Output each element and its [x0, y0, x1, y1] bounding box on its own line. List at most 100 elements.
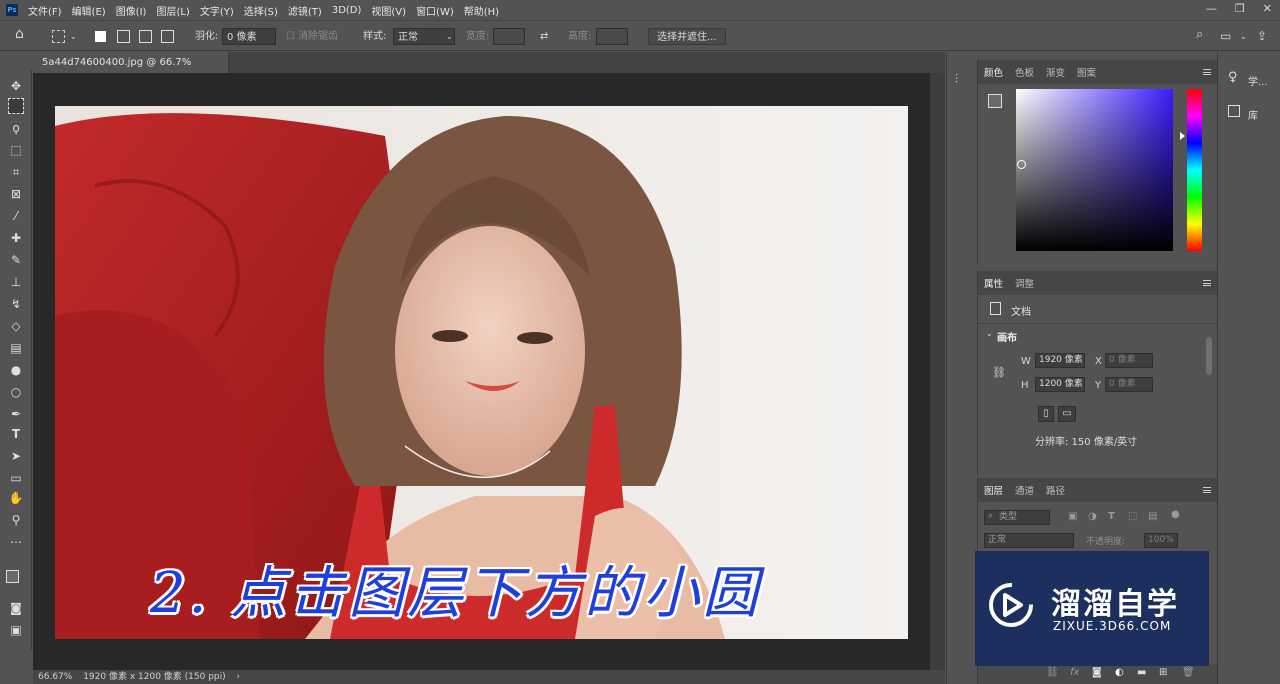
eyedropper-tool-icon[interactable]: ⁄ — [8, 208, 24, 224]
menu-window[interactable]: 窗口(W) — [416, 3, 454, 18]
link-icon[interactable]: ⛓ — [992, 366, 1006, 379]
learn-label[interactable]: 学... — [1248, 73, 1268, 88]
menu-filter[interactable]: 滤镜(T) — [288, 3, 322, 18]
filter-adjustment-icon[interactable]: ◑ — [1088, 511, 1097, 522]
opacity-input[interactable]: 100% — [1144, 533, 1178, 548]
tab-swatches[interactable]: 色板 — [1015, 65, 1034, 79]
antialias-checkbox[interactable]: ☐ — [286, 28, 295, 45]
brush-tool-icon[interactable]: ✎ — [8, 252, 24, 268]
filter-type-icon[interactable]: T — [1108, 511, 1115, 522]
filter-toggle-icon[interactable]: ● — [1171, 509, 1180, 520]
layer-filter-select[interactable]: 类型 — [984, 510, 1050, 525]
dodge-tool-icon[interactable]: ○ — [8, 384, 24, 400]
canvas-y-input[interactable]: 0 像素 — [1105, 377, 1153, 392]
panel-menu-icon[interactable] — [1203, 69, 1211, 75]
history-brush-tool-icon[interactable]: ↯ — [8, 296, 24, 312]
foreground-color-swatch[interactable] — [6, 570, 19, 583]
library-label[interactable]: 库 — [1248, 107, 1258, 122]
menu-file[interactable]: 文件(F) — [28, 3, 62, 18]
menu-layer[interactable]: 图层(L) — [156, 3, 189, 18]
tab-channels[interactable]: 通道 — [1015, 483, 1034, 497]
minimize-button[interactable]: — — [1206, 2, 1217, 15]
workspace-icon[interactable]: ▭ — [1220, 28, 1231, 45]
restore-button[interactable]: ❐ — [1235, 2, 1245, 15]
zoom-level[interactable]: 66.67% — [38, 672, 72, 682]
tab-paths[interactable]: 路径 — [1046, 483, 1065, 497]
lasso-tool-icon[interactable]: ϙ — [8, 120, 24, 136]
canvas-vertical-scrollbar[interactable] — [930, 73, 945, 670]
canvas-height-input[interactable]: 1200 像素 — [1035, 377, 1085, 392]
stamp-tool-icon[interactable]: ⊥ — [8, 274, 24, 290]
rect-marquee-preset-icon[interactable] — [52, 30, 65, 43]
chevron-down-icon[interactable]: ⌄ — [70, 28, 77, 45]
lightbulb-icon[interactable]: ♀ — [1228, 70, 1238, 85]
feather-input[interactable]: 0 像素 — [222, 28, 276, 45]
rectangle-tool-icon[interactable]: ▭ — [8, 470, 24, 486]
subtract-selection-icon[interactable] — [139, 30, 152, 43]
adjustment-layer-circle-icon[interactable]: ◐ — [1115, 667, 1124, 678]
healing-tool-icon[interactable]: ✚ — [8, 230, 24, 246]
menu-3d[interactable]: 3D(D) — [332, 5, 362, 16]
share-icon[interactable]: ⇪ — [1257, 28, 1267, 45]
move-tool-icon[interactable]: ✥ — [8, 78, 24, 94]
menu-select[interactable]: 选择(S) — [244, 3, 278, 18]
hue-slider[interactable] — [1187, 89, 1202, 251]
add-mask-icon[interactable]: ◙ — [1092, 667, 1102, 678]
link-layers-icon[interactable]: ⛓ — [1046, 667, 1059, 678]
hue-slider-thumb[interactable] — [1180, 132, 1185, 140]
document-tab[interactable]: 5a44d74600400.jpg @ 66.7%(RGB/8#) × — [33, 52, 229, 89]
blend-mode-select[interactable]: 正常 — [984, 533, 1074, 548]
menu-edit[interactable]: 编辑(E) — [72, 3, 106, 18]
tab-gradients[interactable]: 渐变 — [1046, 65, 1065, 79]
swap-icon[interactable]: ⇄ — [540, 28, 548, 45]
tab-properties[interactable]: 属性 — [984, 276, 1003, 290]
select-and-mask-button[interactable]: 选择并遮住... — [648, 28, 726, 45]
quick-mask-icon[interactable]: ◙ — [8, 600, 24, 616]
close-window-button[interactable]: ✕ — [1263, 2, 1272, 15]
menu-help[interactable]: 帮助(H) — [464, 3, 499, 18]
history-panel-icon[interactable]: ⫶ — [955, 72, 958, 87]
status-arrow-icon[interactable]: › — [237, 672, 241, 682]
chevron-down-icon[interactable]: ⌄ — [1240, 28, 1247, 45]
new-group-icon[interactable]: ▬ — [1137, 667, 1146, 678]
canvas-x-input[interactable]: 0 像素 — [1105, 353, 1153, 368]
blur-tool-icon[interactable]: ● — [8, 362, 24, 378]
portrait-orientation-icon[interactable]: ▯ — [1038, 406, 1054, 422]
landscape-orientation-icon[interactable]: ▭ — [1058, 406, 1076, 422]
home-icon[interactable]: ⌂ — [15, 26, 24, 43]
add-selection-icon[interactable] — [117, 30, 130, 43]
rect-marquee-tool-icon[interactable] — [8, 98, 24, 114]
filter-smart-object-icon[interactable]: ▤ — [1148, 511, 1157, 522]
eraser-tool-icon[interactable]: ◇ — [8, 318, 24, 334]
frame-tool-icon[interactable]: ⊠ — [8, 186, 24, 202]
chevron-down-icon[interactable]: ⌄ — [986, 329, 993, 338]
tab-color[interactable]: 颜色 — [984, 65, 1003, 79]
tab-adjustments[interactable]: 调整 — [1015, 276, 1034, 290]
fx-icon[interactable]: fx — [1070, 667, 1079, 678]
intersect-selection-icon[interactable] — [161, 30, 174, 43]
zoom-tool-icon[interactable]: ⚲ — [8, 512, 24, 528]
tab-layers[interactable]: 图层 — [984, 483, 1003, 497]
search-icon[interactable]: ⌕ — [1196, 26, 1203, 43]
properties-scrollbar[interactable] — [1206, 337, 1212, 375]
delete-layer-icon[interactable]: 🗑 — [1182, 667, 1195, 678]
height-input[interactable] — [596, 28, 628, 45]
crop-tool-icon[interactable]: ⌗ — [8, 164, 24, 180]
menu-type[interactable]: 文字(Y) — [200, 3, 234, 18]
canvas-width-input[interactable]: 1920 像素 — [1035, 353, 1085, 368]
pen-tool-icon[interactable]: ✒ — [8, 406, 24, 422]
library-icon[interactable] — [1228, 105, 1240, 117]
type-tool-icon[interactable]: T — [8, 426, 24, 442]
more-tools-icon[interactable]: ⋯ — [8, 534, 24, 550]
hand-tool-icon[interactable]: ✋ — [8, 490, 24, 506]
fg-color-chip[interactable] — [988, 94, 1002, 108]
panel-menu-icon[interactable] — [1203, 487, 1211, 493]
menu-image[interactable]: 图像(I) — [116, 3, 147, 18]
color-picker-field[interactable] — [1016, 89, 1173, 251]
color-picker-cursor[interactable] — [1017, 160, 1026, 169]
tab-patterns[interactable]: 图案 — [1077, 65, 1096, 79]
panel-menu-icon[interactable] — [1203, 280, 1211, 286]
gradient-tool-icon[interactable]: ▤ — [8, 340, 24, 356]
quick-select-tool-icon[interactable]: ⬚ — [8, 142, 24, 158]
width-input[interactable] — [493, 28, 525, 45]
